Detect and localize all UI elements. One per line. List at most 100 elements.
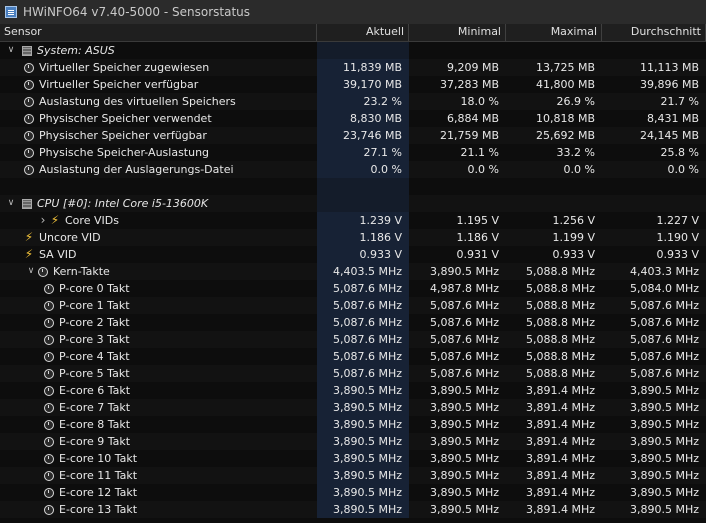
min-value: 5,087.6 MHz — [429, 350, 499, 363]
sensor-name-cell: E-core 10 Takt — [0, 450, 317, 467]
sensor-row[interactable]: P-core 1 Takt 5,087.6 MHz 5,087.6 MHz 5,088… — [0, 297, 706, 314]
column-header-current[interactable]: Aktuell — [317, 24, 409, 41]
sensor-row[interactable]: P-core 0 Takt 5,087.6 MHz 4,987.8 MHz 5,088… — [0, 280, 706, 297]
avg-value: 5,087.6 MHz — [629, 367, 699, 380]
avg-value: 5,087.6 MHz — [629, 299, 699, 312]
column-header-max[interactable]: Maximal — [506, 24, 602, 41]
clock-icon — [44, 300, 54, 311]
max-value: 3,891.4 MHz — [525, 435, 595, 448]
sensor-row[interactable]: Virtueller Speicher verfügbar 39,170 MB 37… — [0, 76, 706, 93]
sensor-row[interactable]: E-core 13 Takt 3,890.5 MHz 3,890.5 MHz 3,89… — [0, 501, 706, 518]
sensor-group-row[interactable]: ∨ CPU [#0]: Intel Core i5-13600K — [0, 195, 706, 212]
max-value: 5,088.8 MHz — [525, 316, 595, 329]
max-value: 3,891.4 MHz — [525, 452, 595, 465]
max-value: 1.256 V — [552, 214, 595, 227]
clock-icon — [44, 283, 54, 294]
min-value: 6,884 MB — [446, 112, 499, 125]
sensor-label: Physischer Speicher verwendet — [39, 112, 212, 125]
clock-icon — [24, 147, 34, 158]
max-value: 3,891.4 MHz — [525, 418, 595, 431]
current-value: 3,890.5 MHz — [317, 382, 409, 399]
sensor-row[interactable]: P-core 3 Takt 5,087.6 MHz 5,087.6 MHz 5,088… — [0, 331, 706, 348]
current-value: 5,087.6 MHz — [317, 280, 409, 297]
sensor-row[interactable]: P-core 4 Takt 5,087.6 MHz 5,087.6 MHz 5,088… — [0, 348, 706, 365]
column-header-avg[interactable]: Durchschnitt — [602, 24, 706, 41]
sensor-name-cell: ∨ CPU [#0]: Intel Core i5-13600K — [0, 195, 317, 212]
min-value: 3,890.5 MHz — [429, 469, 499, 482]
column-header-sensor[interactable]: Sensor — [0, 24, 317, 41]
sensor-row[interactable]: Physische Speicher-Auslastung 27.1 % 21.1 … — [0, 144, 706, 161]
avg-value — [602, 178, 706, 195]
clock-icon — [24, 96, 34, 107]
max-value: 13,725 MB — [535, 61, 595, 74]
current-value: 3,890.5 MHz — [317, 433, 409, 450]
sensor-label: Auslastung des virtuellen Speichers — [39, 95, 236, 108]
min-value: 3,890.5 MHz — [429, 452, 499, 465]
max-value: 5,088.8 MHz — [525, 299, 595, 312]
sensor-name-cell: P-core 3 Takt — [0, 331, 317, 348]
sensor-row[interactable]: ⚡ SA VID 0.933 V 0.931 V 0.933 V 0.933 V — [0, 246, 706, 263]
current-value: 4,403.5 MHz — [317, 263, 409, 280]
sensor-row[interactable]: › ⚡ Core VIDs 1.239 V 1.195 V 1.256 V 1.227 V — [0, 212, 706, 229]
title-bar: HWiNFO64 v7.40-5000 - Sensorstatus — [0, 0, 706, 24]
sensor-row[interactable]: E-core 12 Takt 3,890.5 MHz 3,890.5 MHz 3,89… — [0, 484, 706, 501]
sensor-row[interactable]: E-core 11 Takt 3,890.5 MHz 3,890.5 MHz 3,89… — [0, 467, 706, 484]
max-value: 10,818 MB — [535, 112, 595, 125]
sensor-label: Physischer Speicher verfügbar — [39, 129, 207, 142]
expand-chevron-icon[interactable]: › — [36, 212, 50, 229]
max-value: 25,692 MB — [535, 129, 595, 142]
sensor-row[interactable]: Physischer Speicher verwendet 8,830 MB 6,8… — [0, 110, 706, 127]
sensor-label: E-core 8 Takt — [59, 418, 131, 431]
min-value — [409, 178, 506, 195]
sensor-row[interactable]: E-core 7 Takt 3,890.5 MHz 3,890.5 MHz 3,891… — [0, 399, 706, 416]
collapse-chevron-icon[interactable]: ∨ — [4, 42, 18, 59]
sensor-row[interactable]: E-core 10 Takt 3,890.5 MHz 3,890.5 MHz 3,89… — [0, 450, 706, 467]
voltage-icon: ⚡ — [24, 230, 34, 244]
sensor-name-cell: Physischer Speicher verfügbar — [0, 127, 317, 144]
min-value: 21.1 % — [460, 146, 499, 159]
sensor-label: E-core 7 Takt — [59, 401, 131, 414]
sensor-row[interactable]: Auslastung der Auslagerungs-Datei 0.0 % 0.… — [0, 161, 706, 178]
sensor-label: P-core 3 Takt — [59, 333, 130, 346]
avg-value: 3,890.5 MHz — [629, 452, 699, 465]
clock-icon — [44, 436, 54, 447]
max-value — [506, 178, 602, 195]
sensor-name-cell: E-core 11 Takt — [0, 467, 317, 484]
sensor-row[interactable]: Physischer Speicher verfügbar 23,746 MB 21… — [0, 127, 706, 144]
sensor-row[interactable]: P-core 2 Takt 5,087.6 MHz 5,087.6 MHz 5,088… — [0, 314, 706, 331]
sensor-name-cell: E-core 9 Takt — [0, 433, 317, 450]
current-value: 3,890.5 MHz — [317, 501, 409, 518]
sensor-row[interactable]: Virtueller Speicher zugewiesen 11,839 MB 9… — [0, 59, 706, 76]
sensor-row[interactable]: ∨ Kern-Takte 4,403.5 MHz 3,890.5 MHz 5,088.8… — [0, 263, 706, 280]
sensor-row[interactable]: ⚡ Uncore VID 1.186 V 1.186 V 1.199 V 1.190 V — [0, 229, 706, 246]
current-value: 39,170 MB — [317, 76, 409, 93]
current-value: 5,087.6 MHz — [317, 348, 409, 365]
sensor-row[interactable]: Auslastung des virtuellen Speichers 23.2 … — [0, 93, 706, 110]
avg-value: 3,890.5 MHz — [629, 418, 699, 431]
sensor-row[interactable]: E-core 9 Takt 3,890.5 MHz 3,890.5 MHz 3,891… — [0, 433, 706, 450]
current-value: 23,746 MB — [317, 127, 409, 144]
avg-value: 3,890.5 MHz — [629, 469, 699, 482]
max-value: 5,088.8 MHz — [525, 350, 595, 363]
max-value: 5,088.8 MHz — [525, 333, 595, 346]
current-value — [317, 42, 409, 59]
current-value: 3,890.5 MHz — [317, 399, 409, 416]
min-value: 37,283 MB — [439, 78, 499, 91]
sensor-name-cell: › ⚡ Core VIDs — [0, 212, 317, 229]
collapse-chevron-icon[interactable]: ∨ — [24, 263, 38, 280]
group-label: System: ASUS — [37, 44, 115, 57]
sensor-group-row[interactable]: ∨ System: ASUS — [0, 42, 706, 59]
current-value: 3,890.5 MHz — [317, 467, 409, 484]
sensor-row[interactable]: P-core 5 Takt 5,087.6 MHz 5,087.6 MHz 5,088… — [0, 365, 706, 382]
max-value: 1.199 V — [552, 231, 595, 244]
column-header-min[interactable]: Minimal — [409, 24, 506, 41]
sensor-label: E-core 11 Takt — [59, 469, 138, 482]
current-value: 5,087.6 MHz — [317, 365, 409, 382]
sensor-row[interactable]: E-core 6 Takt 3,890.5 MHz 3,890.5 MHz 3,891… — [0, 382, 706, 399]
sensor-name-cell: Virtueller Speicher verfügbar — [0, 76, 317, 93]
collapse-chevron-icon[interactable]: ∨ — [4, 195, 18, 212]
sensor-name-cell: P-core 2 Takt — [0, 314, 317, 331]
avg-value: 0.933 V — [656, 248, 699, 261]
sensor-name-cell: ⚡ Uncore VID — [0, 229, 317, 246]
sensor-row[interactable]: E-core 8 Takt 3,890.5 MHz 3,890.5 MHz 3,891… — [0, 416, 706, 433]
